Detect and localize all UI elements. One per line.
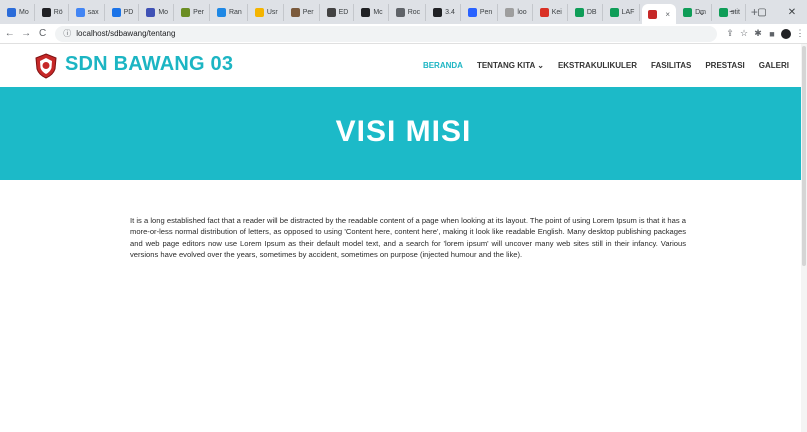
tab-label: ED [338, 8, 349, 16]
tab-favicon-icon [505, 7, 515, 17]
tab-13[interactable]: Pen [463, 3, 499, 21]
tab-14[interactable]: loo [500, 3, 533, 21]
profile-avatar[interactable] [780, 28, 791, 39]
page-scrollbar[interactable] [801, 44, 807, 432]
tab-favicon-icon [146, 7, 156, 17]
tab-search-icon[interactable]: ⌄ [687, 7, 717, 18]
content-paragraph: It is a long established fact that a rea… [130, 215, 686, 260]
tab-close-icon[interactable]: × [665, 10, 670, 19]
tab-label: Mo [158, 8, 169, 16]
tab-label: LAF [621, 8, 635, 16]
tab-label: Kei [551, 8, 562, 16]
tab-label: sax [87, 8, 99, 16]
tab-favicon-icon [181, 7, 191, 17]
tab-label: Roc [407, 8, 421, 16]
nav-beranda[interactable]: BERANDA [423, 61, 463, 70]
tab-favicon-icon [75, 7, 85, 17]
nav-ekstrakulikuler[interactable]: EKSTRAKULIKULER [558, 61, 637, 70]
tab-5[interactable]: Per [176, 3, 210, 21]
tab-16[interactable]: DB [570, 3, 603, 21]
scrollbar-thumb[interactable] [802, 46, 806, 266]
nav-fasilitas[interactable]: FASILITAS [651, 61, 691, 70]
reload-button[interactable]: C [36, 28, 49, 39]
tab-active[interactable]: × [642, 4, 677, 24]
main-nav: BERANDA TENTANG KITA ⌄ EKSTRAKULIKULER F… [423, 61, 789, 70]
tab-favicon-icon [361, 7, 371, 17]
tab-favicon-icon [254, 7, 264, 17]
tab-9[interactable]: ED [322, 3, 355, 21]
url-text: localhost/sdbawang/tentang [76, 29, 176, 38]
site-info-icon[interactable]: ⓘ [63, 28, 71, 39]
extensions-icon[interactable]: ✱ [751, 28, 765, 39]
maximize-button[interactable]: ▢ [747, 7, 777, 18]
forward-button[interactable]: → [19, 28, 32, 39]
bookmark-star-icon[interactable]: ☆ [737, 28, 751, 39]
tab-label: Per [193, 8, 204, 16]
tab-label: Rö [53, 8, 63, 16]
tab-label: Pen [479, 8, 493, 16]
tab-2[interactable]: sax [71, 3, 105, 21]
tab-1[interactable]: Rö [37, 3, 69, 21]
address-bar[interactable]: ⓘ localhost/sdbawang/tentang [55, 25, 717, 42]
tab-6[interactable]: Ran [212, 3, 248, 21]
tab-favicon-icon [467, 7, 477, 17]
tab-favicon-icon [7, 7, 16, 17]
nav-tentang-kita[interactable]: TENTANG KITA ⌄ [477, 61, 544, 70]
browser-tab-strip: Mo Rö sax PD Mo Per Ran Usr Per ED Mc Roc 3.4 Pen loo K… [0, 0, 807, 24]
page-title: VISI MISI [335, 115, 472, 148]
tab-label: DB [586, 8, 597, 16]
sidepanel-icon[interactable]: ■ [765, 29, 779, 39]
tab-favicon-icon [574, 7, 584, 17]
tab-label: Usr [266, 8, 278, 16]
minimize-button[interactable]: − [717, 7, 747, 18]
school-logo-icon[interactable] [34, 53, 58, 79]
tab-favicon-icon [539, 7, 549, 17]
tab-10[interactable]: Mc [356, 3, 389, 21]
menu-kebab-icon[interactable]: ⋮ [793, 28, 807, 39]
browser-toolbar: ← → C ⓘ localhost/sdbawang/tentang ⇪ ☆ ✱… [0, 24, 807, 44]
tab-label: loo [517, 8, 527, 16]
back-button[interactable]: ← [3, 28, 16, 39]
tab-label: Mo [19, 8, 29, 16]
tab-label: 3.4 [445, 8, 455, 16]
tab-label: PD [123, 8, 134, 16]
tab-favicon-icon [326, 7, 336, 17]
tab-label: Per [302, 8, 314, 16]
site-title[interactable]: SDN BAWANG 03 [65, 53, 233, 76]
tab-15[interactable]: Kei [535, 3, 568, 21]
tab-favicon-icon [111, 7, 121, 17]
tab-0[interactable]: Mo [2, 3, 35, 21]
hero-banner: VISI MISI [0, 87, 807, 180]
tab-favicon-icon [41, 7, 51, 17]
tab-favicon-icon [290, 7, 300, 17]
tab-17[interactable]: LAF [605, 3, 641, 21]
tab-12[interactable]: 3.4 [428, 3, 461, 21]
tab-label: Mc [373, 8, 383, 16]
tab-11[interactable]: Roc [391, 3, 427, 21]
site-favicon-icon [648, 9, 658, 19]
tab-label: Ran [228, 8, 242, 16]
tab-7[interactable]: Usr [250, 3, 284, 21]
tab-favicon-icon [395, 7, 405, 17]
site-header: SDN BAWANG 03 BERANDA TENTANG KITA ⌄ EKS… [0, 44, 807, 87]
tab-8[interactable]: Per [286, 3, 320, 21]
window-controls: ⌄ − ▢ ✕ [687, 0, 807, 24]
tab-favicon-icon [609, 7, 619, 17]
nav-galeri[interactable]: GALERI [759, 61, 789, 70]
close-window-button[interactable]: ✕ [777, 7, 807, 18]
tab-list: Mo Rö sax PD Mo Per Ran Usr Per ED Mc Roc 3.4 Pen loo K… [0, 3, 641, 21]
nav-prestasi[interactable]: PRESTASI [705, 61, 744, 70]
tab-favicon-icon [216, 7, 226, 17]
tab-4[interactable]: Mo [141, 3, 175, 21]
toolbar-icons: ⇪ ☆ ✱ ■ ⋮ [723, 28, 807, 39]
tab-favicon-icon [433, 7, 443, 17]
tab-3[interactable]: PD [107, 3, 140, 21]
share-icon[interactable]: ⇪ [723, 28, 737, 39]
